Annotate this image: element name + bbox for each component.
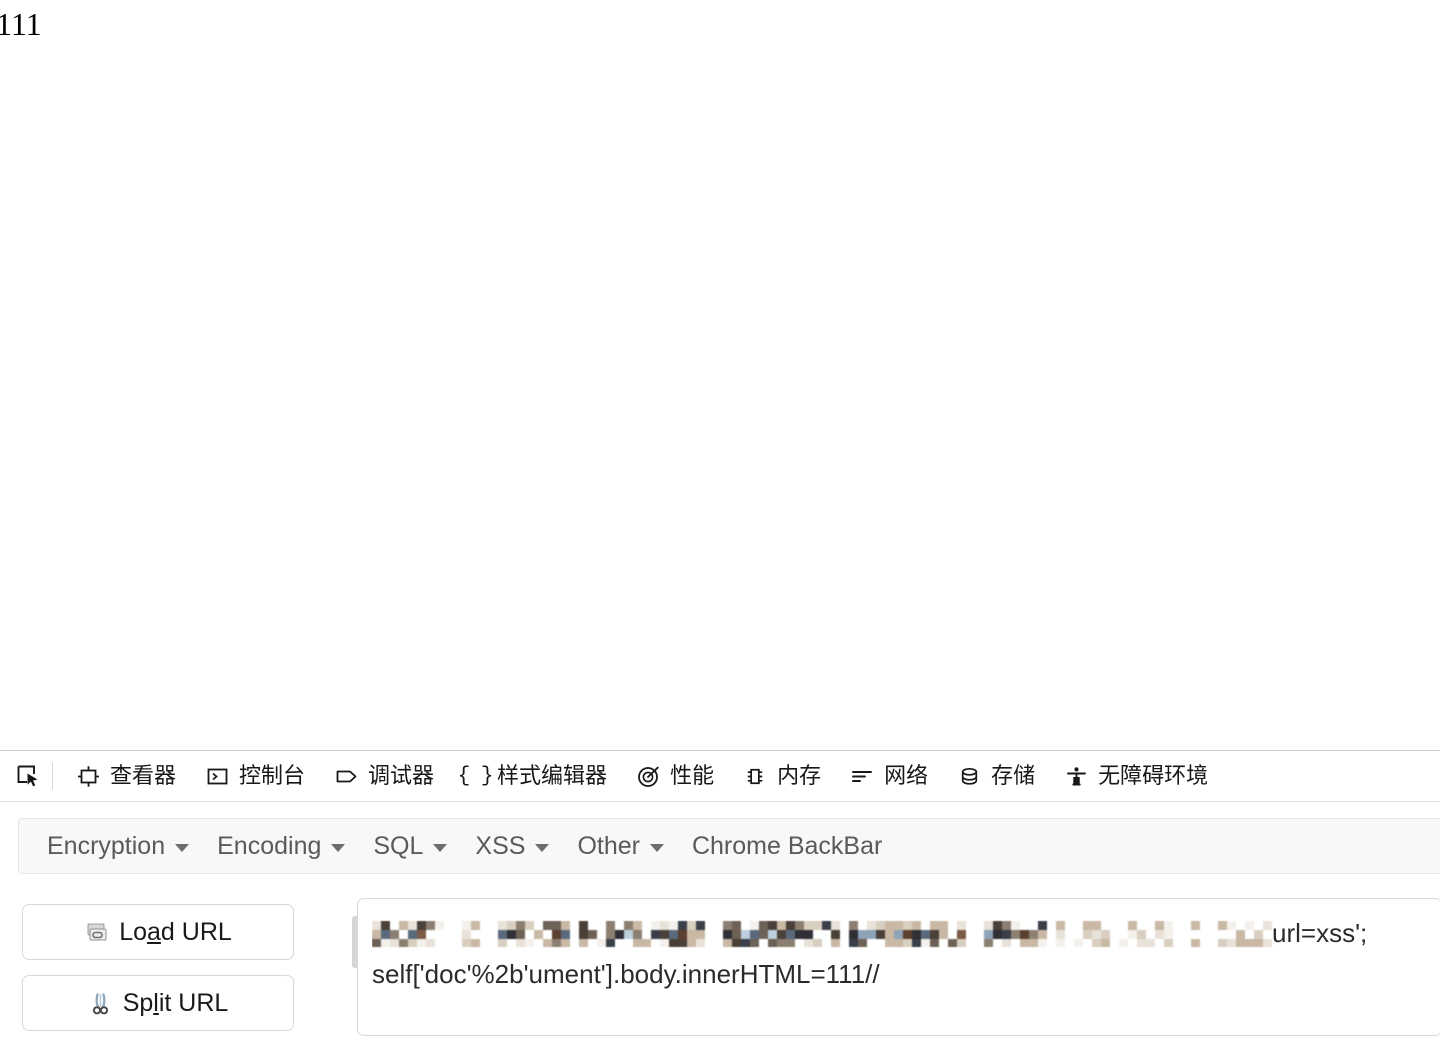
- url-input[interactable]: url=xss'; self['doc'%2b'ument'].body.inn…: [357, 898, 1440, 1036]
- tab-style-editor-label: 样式编辑器: [497, 763, 608, 788]
- menu-other-label: Other: [577, 831, 640, 860]
- split-url-button-label: Split URL: [122, 988, 229, 1017]
- devtools-tab-list: 查看器 控制台 调试器 {} 样式编辑器 性能 内存 网络 存储 无障碍环境: [61, 751, 1440, 801]
- load-url-button-label: Load URL: [119, 917, 232, 946]
- url-input-line-2-text: self['doc'%2b'ument'].body.innerHTML=111…: [372, 959, 880, 989]
- tab-console[interactable]: 控制台: [190, 751, 319, 801]
- performance-icon: [635, 763, 661, 789]
- network-icon: [849, 763, 875, 789]
- console-icon: [204, 763, 230, 789]
- page-content-area: 111: [0, 0, 1440, 750]
- menu-sql-label: SQL: [373, 831, 424, 860]
- element-picker-button[interactable]: [6, 757, 50, 795]
- chevron-down-icon: [331, 843, 346, 852]
- hackbar-menubar: Encryption Encoding SQL XSS Other Chrome…: [18, 818, 1440, 874]
- tab-storage[interactable]: 存储: [942, 751, 1049, 801]
- menu-encryption[interactable]: Encryption: [33, 819, 203, 873]
- tab-memory[interactable]: 内存: [728, 751, 835, 801]
- tab-storage-label: 存储: [991, 763, 1036, 788]
- toolbar-separator: [52, 762, 53, 790]
- split-url-scissors-icon: [88, 990, 114, 1016]
- redacted-url-block: [372, 920, 1272, 947]
- hackbar-panel: Encryption Encoding SQL XSS Other Chrome…: [0, 802, 1440, 1046]
- tab-inspector-label: 查看器: [110, 763, 177, 788]
- memory-icon: [742, 763, 768, 789]
- inspector-icon: [75, 763, 101, 789]
- tab-style-editor[interactable]: { } 样式编辑器: [448, 751, 621, 801]
- tab-inspector[interactable]: 查看器: [61, 751, 190, 801]
- menu-encryption-label: Encryption: [47, 831, 166, 860]
- menu-encoding[interactable]: Encoding: [203, 819, 359, 873]
- chevron-down-icon: [175, 843, 190, 852]
- debugger-icon: [333, 763, 359, 789]
- url-input-line-1: url=xss';: [372, 913, 1429, 954]
- menu-encoding-label: Encoding: [217, 831, 322, 860]
- hackbar-body: Load URL Split URL url=xss'; self['doc'%…: [0, 888, 1440, 1046]
- url-input-line-1-tail: url=xss';: [1272, 918, 1368, 948]
- tab-network-label: 网络: [884, 763, 929, 788]
- menu-chrome-backbar-label: Chrome BackBar: [691, 831, 883, 860]
- split-url-button[interactable]: Split URL: [22, 975, 294, 1031]
- menu-chrome-backbar[interactable]: Chrome BackBar: [678, 819, 896, 873]
- tab-debugger-label: 调试器: [368, 763, 435, 788]
- tab-memory-label: 内存: [777, 763, 822, 788]
- load-url-button[interactable]: Load URL: [22, 904, 294, 960]
- tab-console-label: 控制台: [239, 763, 306, 788]
- tab-debugger[interactable]: 调试器: [319, 751, 448, 801]
- element-picker-icon: [16, 764, 41, 789]
- tab-performance[interactable]: 性能: [621, 751, 728, 801]
- storage-icon: [956, 763, 982, 789]
- menu-sql[interactable]: SQL: [359, 819, 461, 873]
- hackbar-button-column: Load URL Split URL: [22, 904, 294, 1046]
- load-url-drive-icon: [84, 919, 110, 945]
- menu-xss[interactable]: XSS: [461, 819, 563, 873]
- url-input-line-2: self['doc'%2b'ument'].body.innerHTML=111…: [372, 954, 1429, 995]
- tab-accessibility-label: 无障碍环境: [1098, 763, 1209, 788]
- devtools-panel: 查看器 控制台 调试器 {} 样式编辑器 性能 内存 网络 存储 无障碍环境 …: [0, 750, 1440, 1046]
- chevron-down-icon: [433, 843, 448, 852]
- menu-xss-label: XSS: [475, 831, 526, 860]
- tab-performance-label: 性能: [670, 763, 715, 788]
- accessibility-icon: [1063, 763, 1089, 789]
- page-body-text: 111: [0, 6, 42, 42]
- tab-accessibility[interactable]: 无障碍环境: [1049, 751, 1222, 801]
- url-input-wrapper: url=xss'; self['doc'%2b'ument'].body.inn…: [352, 898, 1440, 1036]
- chevron-down-icon: [535, 843, 550, 852]
- menu-other[interactable]: Other: [563, 819, 678, 873]
- devtools-toolbar: 查看器 控制台 调试器 {} 样式编辑器 性能 内存 网络 存储 无障碍环境: [0, 751, 1440, 802]
- tab-network[interactable]: 网络: [835, 751, 942, 801]
- style-editor-icon: { }: [457, 764, 494, 788]
- browser-window: 111 查看器 控制台 调试器 {} 样式编辑器 性能 内存 网络 存储 无障…: [0, 0, 1440, 1046]
- chevron-down-icon: [649, 843, 664, 852]
